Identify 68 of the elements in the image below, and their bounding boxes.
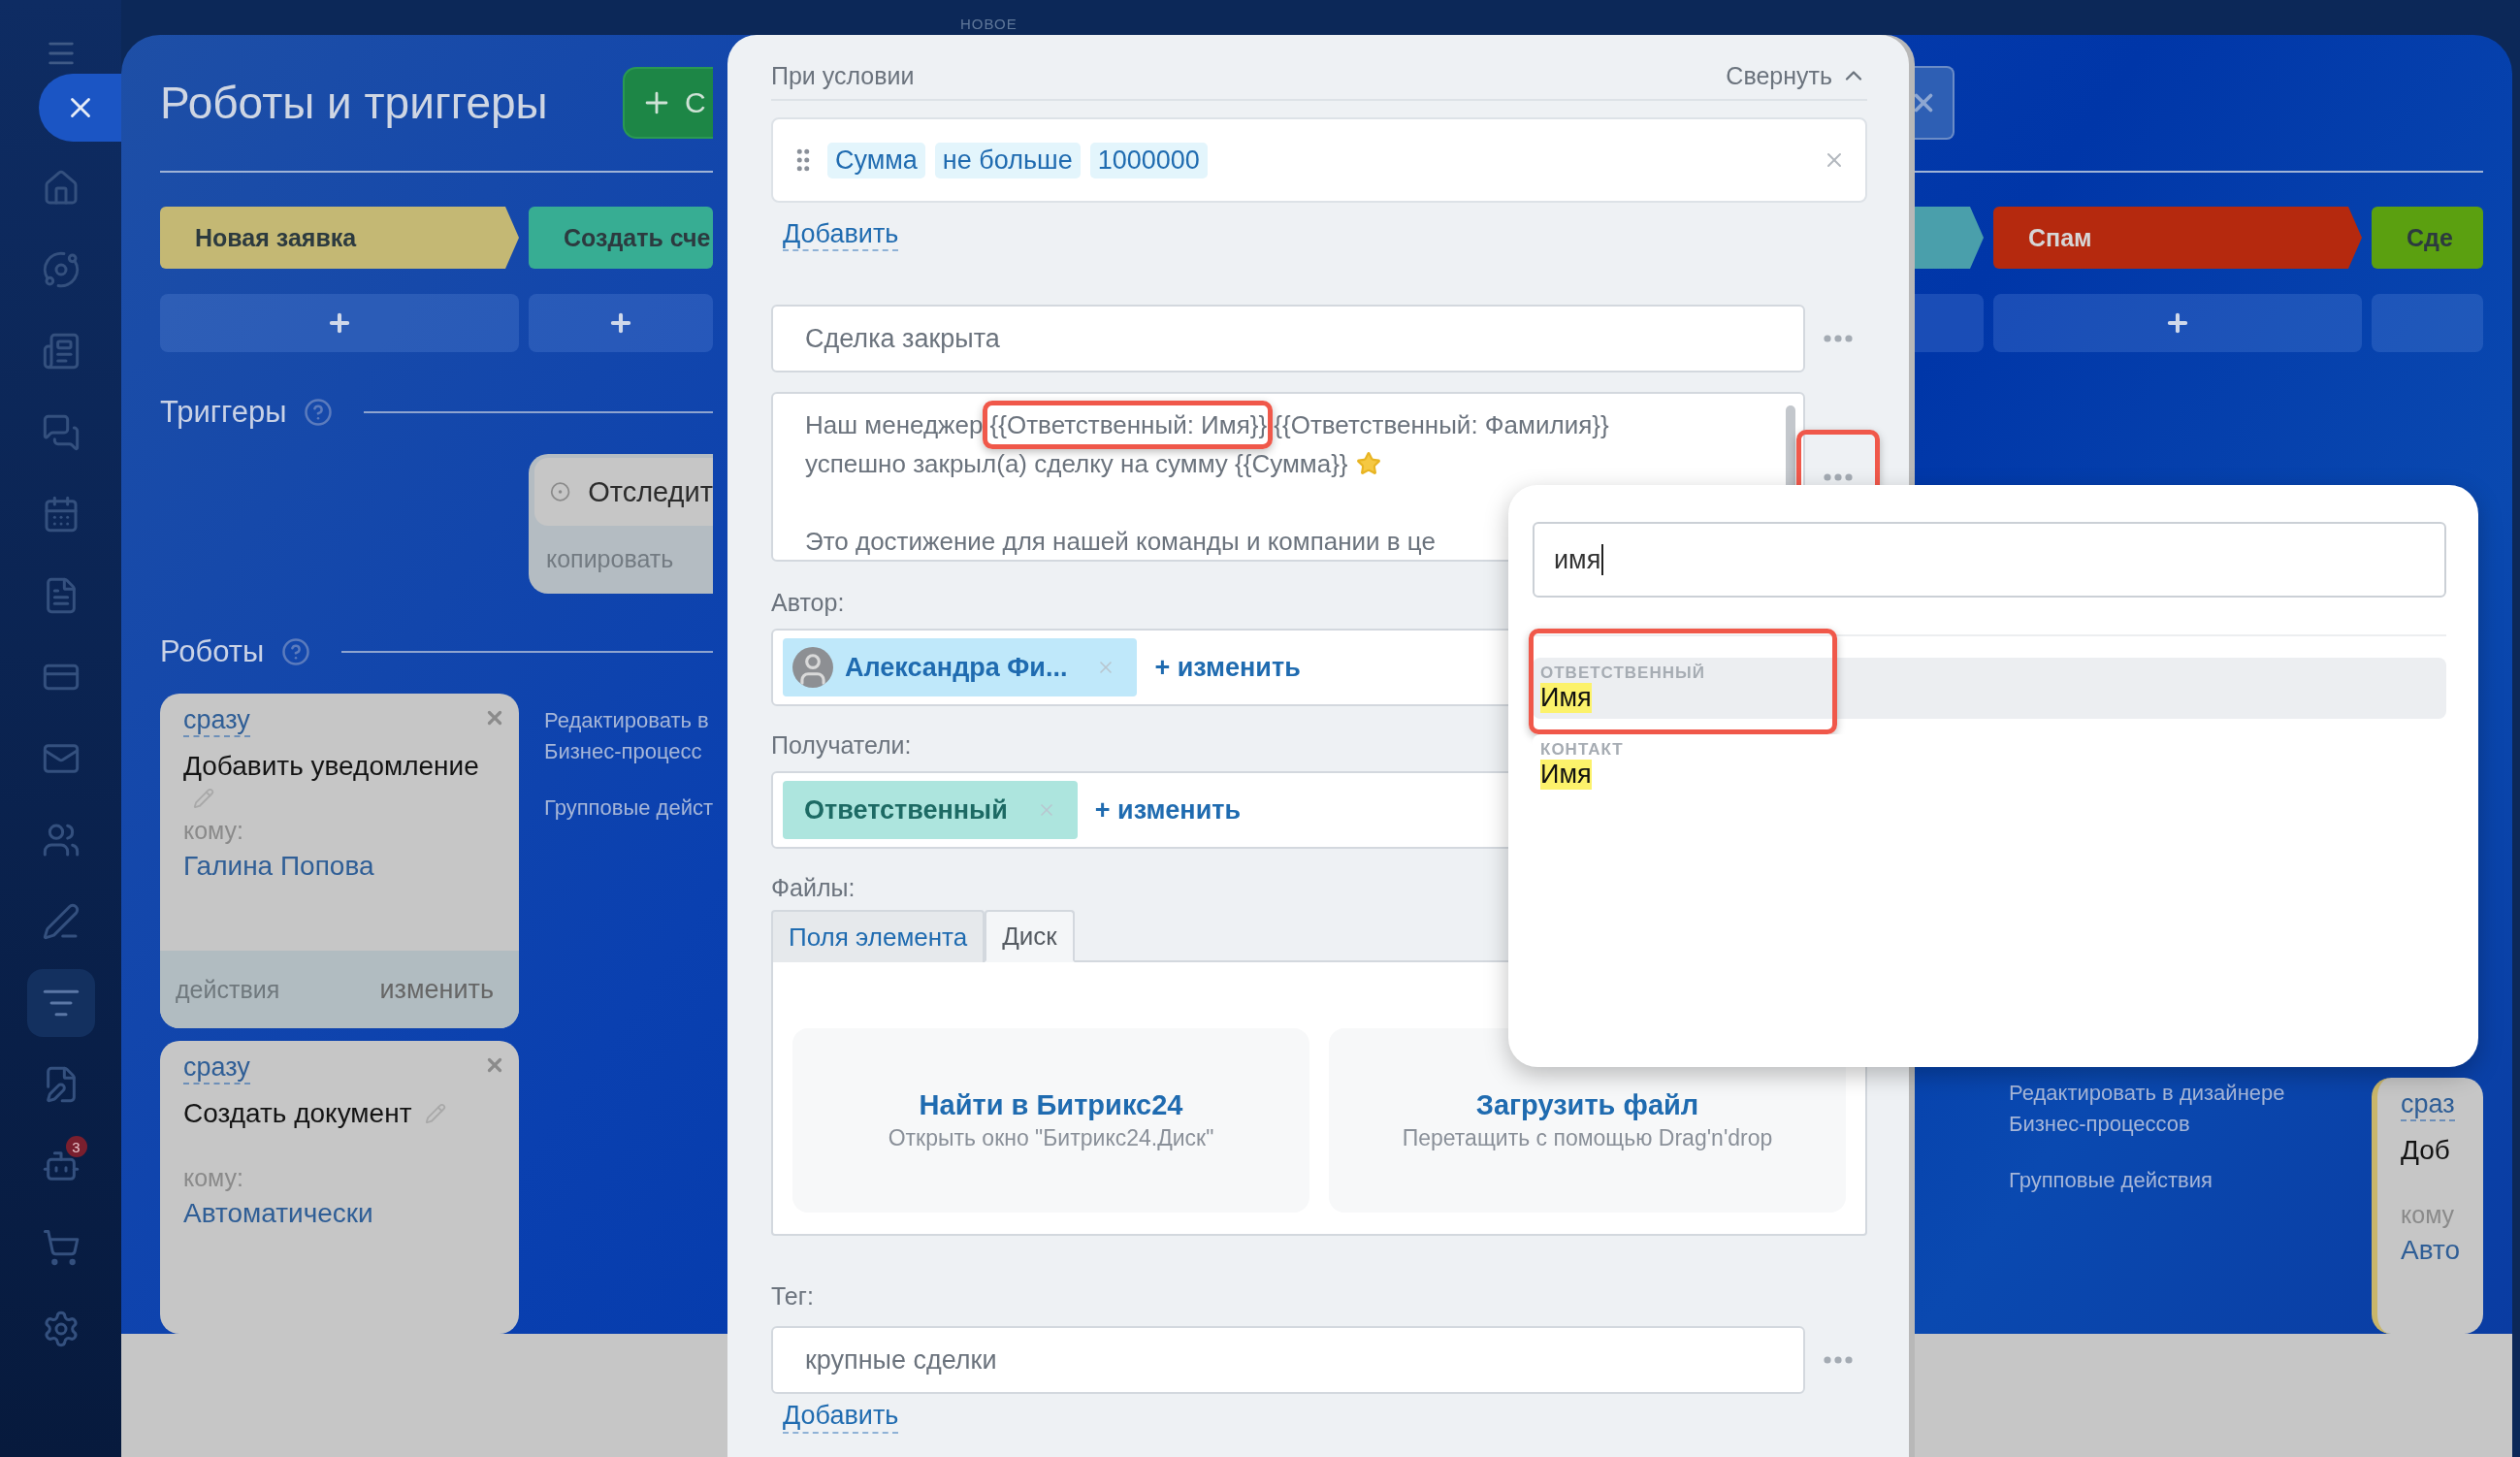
author-chip[interactable]: Александра Фи... (783, 638, 1138, 697)
recipient-link[interactable]: Авто (2401, 1235, 2461, 1267)
recipient-label: кому (2401, 1201, 2456, 1230)
copy-label: копировать (546, 545, 674, 573)
section-title: Триггеры (160, 395, 287, 430)
recipients-label: Получатели: (771, 731, 912, 761)
board-link[interactable]: Редактировать в дизайнере Бизнес-процессов (2009, 1078, 2362, 1140)
sidebar-item[interactable] (26, 969, 95, 1037)
recipient-link[interactable]: Автоматически (183, 1198, 496, 1230)
field-option[interactable]: ОТВЕТСТВЕННЫЙ Имя (1533, 658, 2446, 719)
pencil-icon[interactable] (425, 1103, 447, 1125)
page-title: Роботы и триггеры (160, 77, 548, 129)
tag-field[interactable]: крупные сделки (771, 1326, 1806, 1395)
robot-title: Доб (2401, 1135, 2451, 1167)
files-tab[interactable]: Диск (985, 910, 1075, 963)
edit-link[interactable]: изменить (379, 974, 494, 1005)
stage-tab[interactable]: Спам (1993, 207, 2362, 269)
delay-link[interactable]: сразу (183, 705, 250, 738)
avatar-icon (792, 647, 833, 689)
sidebar-item[interactable]: 3 (26, 1132, 95, 1200)
actions-label: действия (176, 975, 280, 1004)
robot-title: Создать документ (183, 1098, 496, 1130)
files-label: Файлы: (771, 874, 856, 903)
add-link[interactable]: Добавить (783, 1400, 899, 1434)
close-button[interactable] (39, 74, 121, 142)
collapse-button[interactable]: Свернуть (1726, 61, 1867, 90)
stage-tab[interactable]: Новая заявка (160, 207, 519, 269)
change-link[interactable]: + изменить (1094, 794, 1242, 826)
new-label: НОВОЕ (960, 16, 1018, 32)
pen-icon (41, 902, 81, 941)
section-title: Роботы (160, 634, 265, 669)
newspaper-icon (41, 332, 81, 371)
recipient-link[interactable]: Галина Попова (183, 851, 496, 883)
subject-field[interactable]: Сделка закрыта (771, 305, 1806, 373)
file-source-button[interactable]: Найти в Битрикс24 Открыть окно "Битрикс24.Диск" (792, 1028, 1309, 1214)
search-field[interactable]: имя (1533, 522, 2446, 598)
robot-title: Добавить уведомление (183, 751, 480, 783)
recipient-label: кому: (183, 817, 245, 846)
condition-chip[interactable]: Сумма (827, 142, 925, 178)
text-caret (1601, 544, 1604, 575)
condition-chip[interactable]: 1000000 (1089, 142, 1208, 178)
board-link[interactable]: Групповые действия (2009, 1165, 2362, 1196)
condition-chip[interactable]: не больше (934, 142, 1081, 178)
cart-icon (41, 1228, 81, 1267)
stage-tab[interactable]: Создать сче (529, 207, 713, 269)
chat-icon (41, 413, 81, 452)
more-icon (1824, 1356, 1854, 1365)
recipient-chip[interactable]: Ответственный (783, 781, 1078, 840)
board-link[interactable]: Редактировать в Бизнес-процесс (544, 705, 713, 767)
board-link[interactable]: Групповые дейст (544, 793, 713, 824)
circles-icon (41, 250, 81, 289)
condition-title: При условии (771, 61, 915, 90)
author-label: Автор: (771, 589, 845, 618)
tag-label: Тег: (771, 1282, 814, 1311)
help-icon[interactable] (281, 637, 311, 666)
more-icon (1824, 472, 1854, 481)
delay-link[interactable]: сраз (2401, 1089, 2455, 1122)
more-icon (1824, 335, 1854, 343)
create-button[interactable]: С (623, 67, 713, 139)
change-link[interactable]: + изменить (1154, 652, 1301, 683)
stage-tab[interactable]: Сде (2372, 207, 2484, 269)
recipient-label: кому: (183, 1164, 245, 1193)
add-link[interactable]: Добавить (783, 218, 899, 252)
delay-link[interactable]: сразу (183, 1052, 250, 1085)
files-tab[interactable]: Поля элемента (771, 910, 985, 963)
trigger-title: Отследит (588, 475, 713, 508)
help-icon[interactable] (304, 398, 334, 427)
notification-badge: 3 (65, 1136, 87, 1157)
